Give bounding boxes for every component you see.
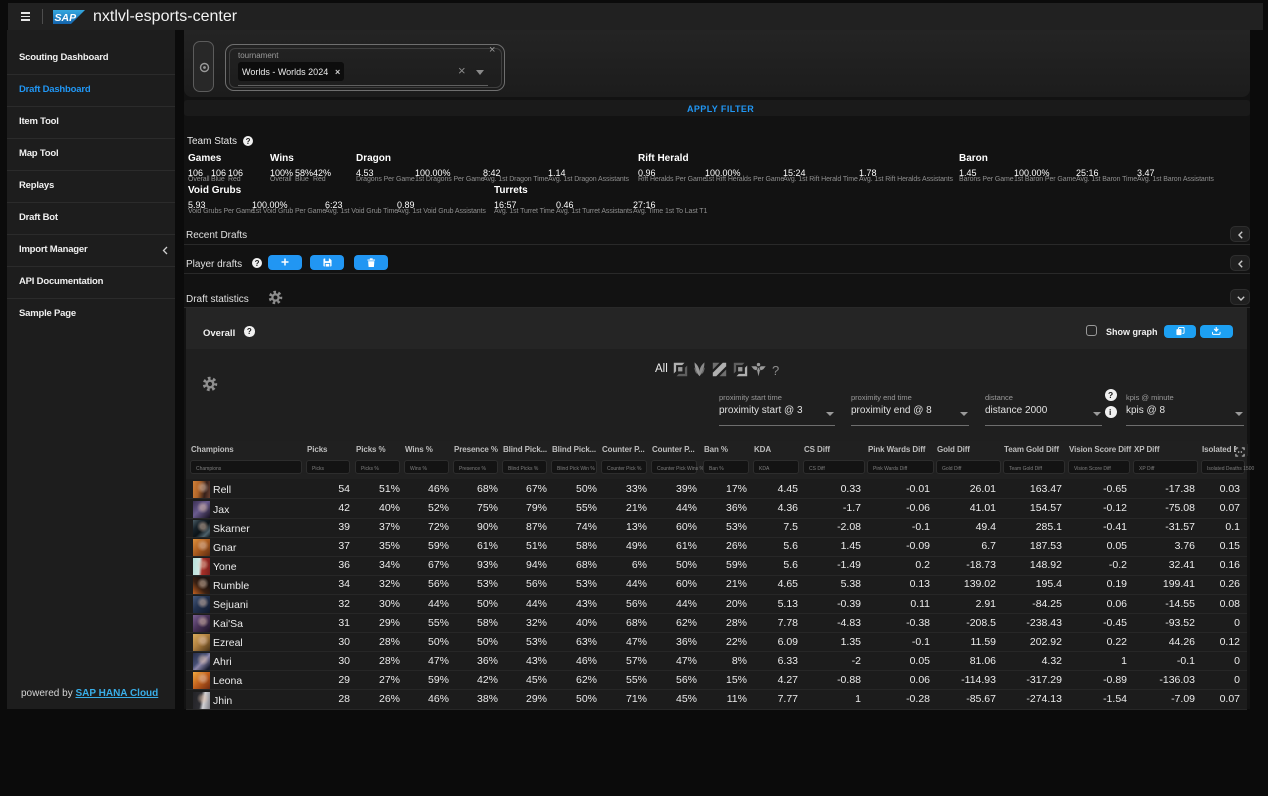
svg-text:SAP: SAP bbox=[55, 12, 78, 24]
